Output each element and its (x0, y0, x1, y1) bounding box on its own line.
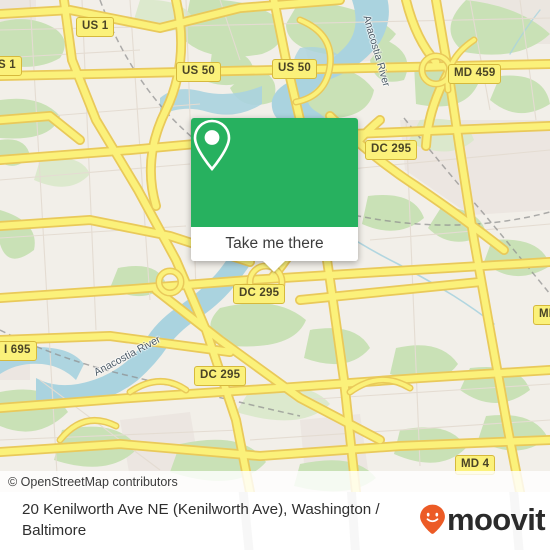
screenshot-root: .pk { fill:#c9e1b6; } .pk2{ fill:#d8e7c8… (0, 0, 550, 550)
map-attribution-bar: © OpenStreetMap contributors (0, 471, 550, 492)
road-shield[interactable]: US 1 (76, 17, 115, 37)
take-me-there-label: Take me there (225, 235, 324, 252)
popup-pointer-triangle (263, 261, 285, 272)
osm-attribution-text[interactable]: © OpenStreetMap contributors (0, 475, 178, 489)
road-shield[interactable]: S 1 (0, 56, 22, 76)
location-popup-card[interactable]: Take me there (191, 118, 358, 272)
moovit-logo[interactable]: moovit (419, 500, 546, 538)
road-shield[interactable]: DC 295 (233, 284, 286, 304)
road-shield[interactable]: I 695 (0, 341, 37, 361)
moovit-smiley-pin-icon (420, 504, 445, 534)
road-shield[interactable]: DC 295 (365, 140, 418, 160)
road-shield[interactable]: US 50 (176, 62, 221, 82)
road-shield[interactable]: MD (533, 305, 550, 325)
road-shield[interactable]: DC 295 (194, 366, 247, 386)
map-pin-icon (193, 119, 231, 172)
road-shield[interactable]: US 50 (272, 59, 317, 79)
take-me-there-button[interactable]: Take me there (191, 227, 358, 261)
location-address-label: 20 Kenilworth Ave NE (Kenilworth Ave), W… (22, 501, 380, 539)
moovit-wordmark: moovit (446, 501, 546, 537)
road-shield[interactable]: MD 459 (448, 64, 502, 84)
map-canvas[interactable]: .pk { fill:#c9e1b6; } .pk2{ fill:#d8e7c8… (0, 0, 550, 492)
popup-header (191, 118, 358, 227)
